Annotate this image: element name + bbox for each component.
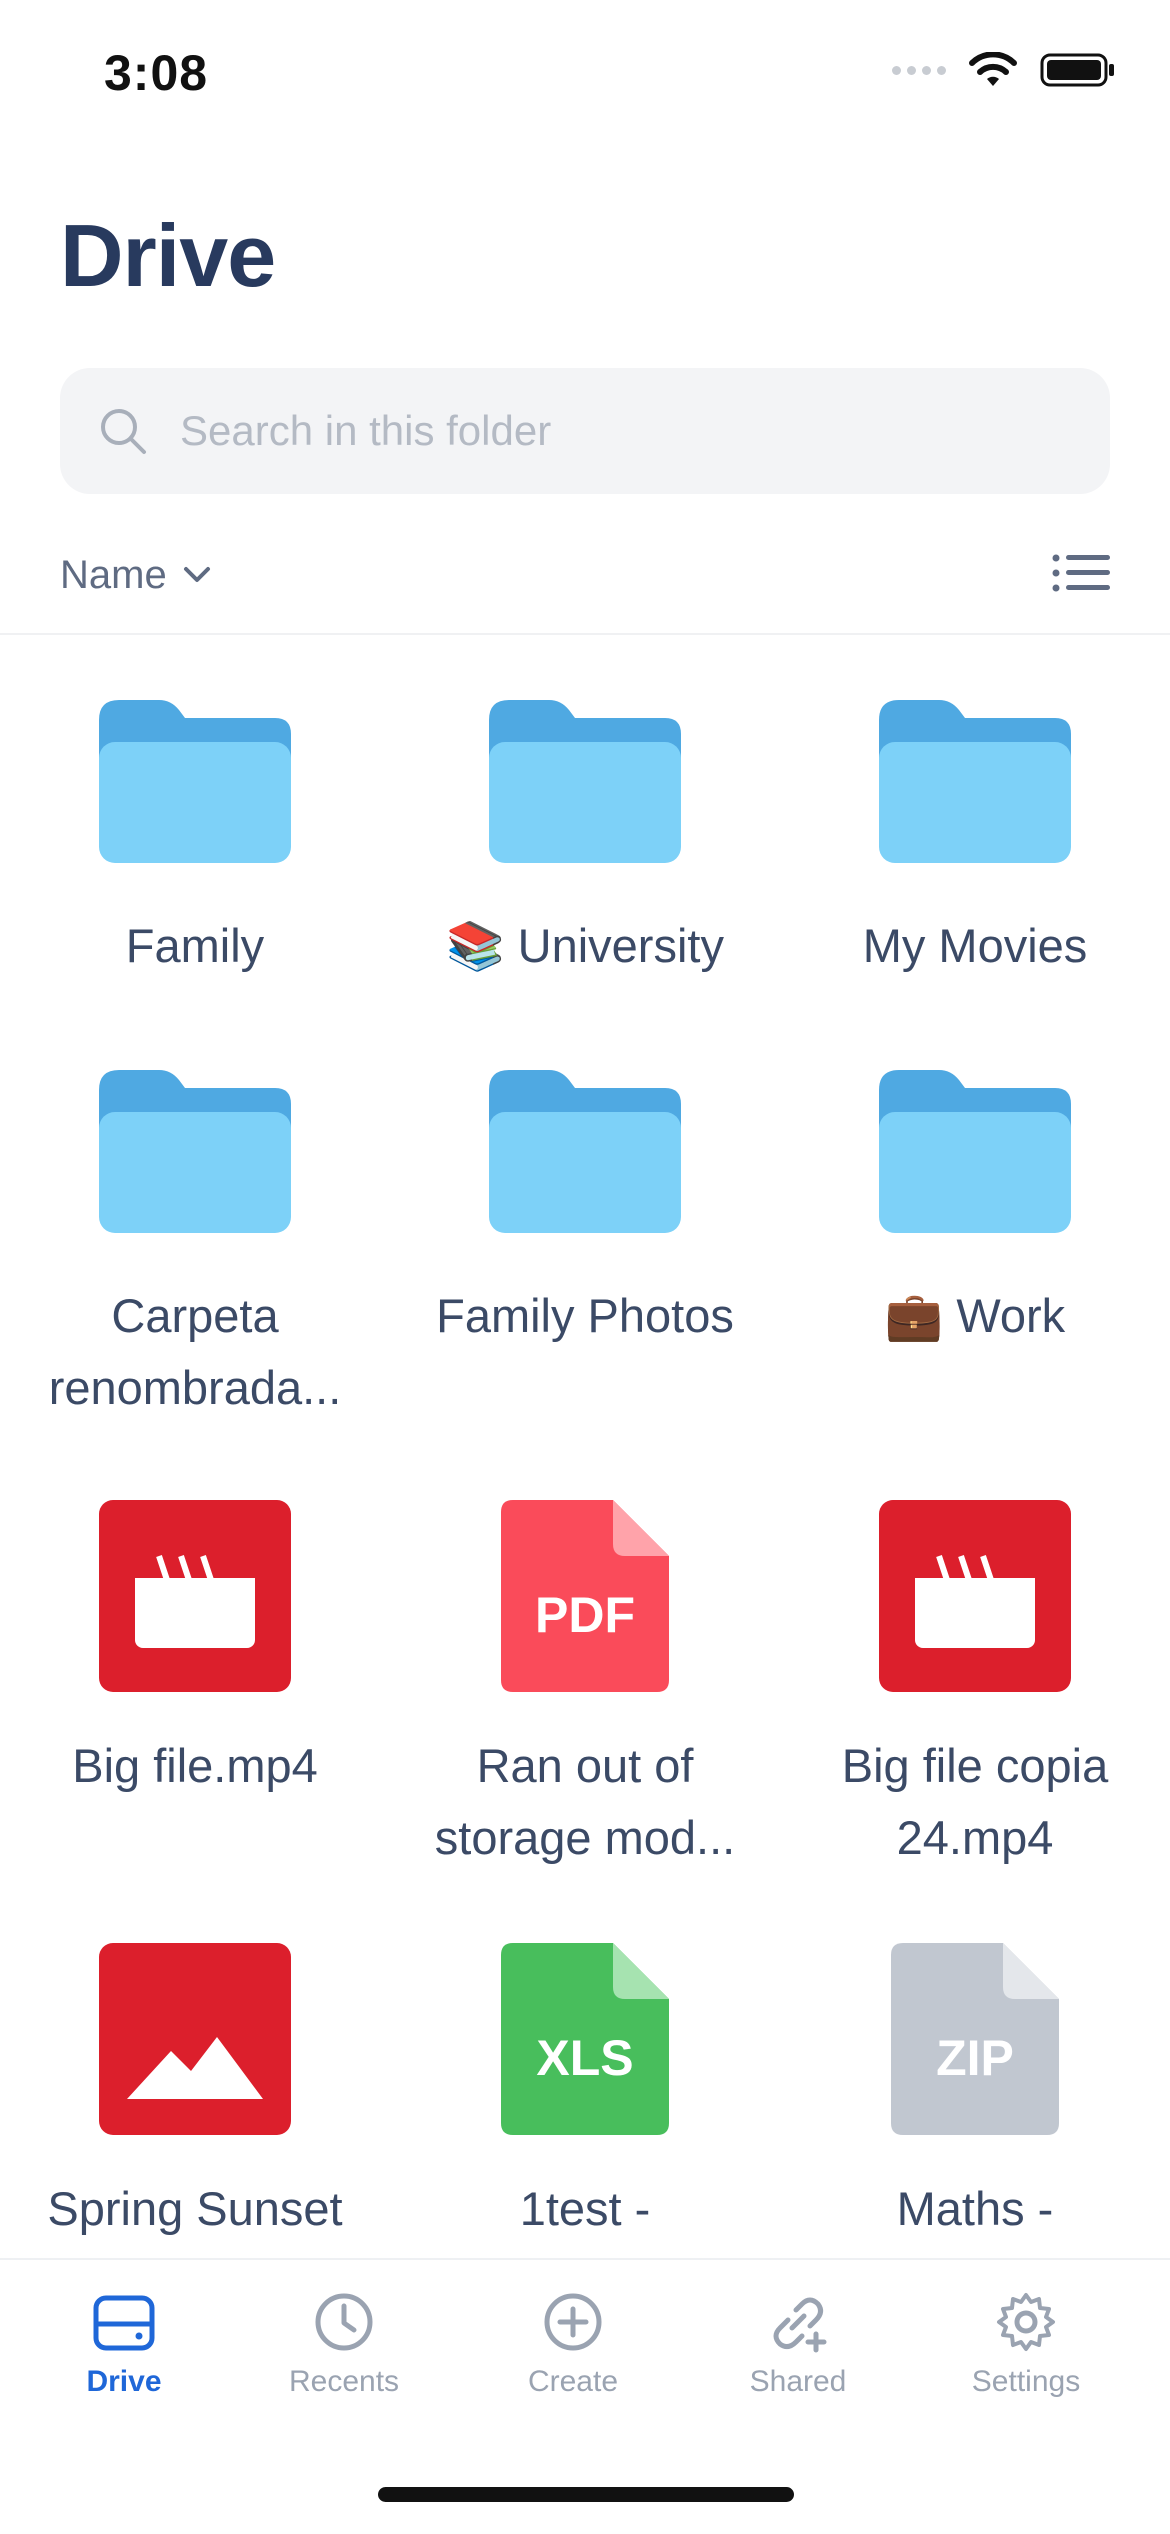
tab-label: Create <box>527 2365 619 2398</box>
folder-icon <box>879 700 1071 863</box>
video-file-icon <box>879 1500 1071 1692</box>
tab-settings[interactable]: Settings <box>926 2290 1126 2399</box>
sort-row: Name <box>60 540 1110 610</box>
list-view-button[interactable] <box>1052 553 1110 598</box>
folder-icon <box>489 700 681 863</box>
tab-label: Settings <box>971 2365 1081 2398</box>
zip-file-icon: ZIP <box>891 1943 1059 2135</box>
plus-circle-icon <box>544 2293 602 2351</box>
list-icon <box>1052 554 1110 591</box>
item-name: Family Photos <box>436 1289 734 1342</box>
video-file-icon <box>99 1500 291 1692</box>
folder-icon <box>879 1070 1071 1233</box>
wifi-icon <box>969 52 1017 86</box>
sort-by-button[interactable]: Name <box>60 553 211 598</box>
folder-icon <box>489 1070 681 1233</box>
file-type-badge: XLS <box>536 2030 633 2086</box>
gear-icon <box>997 2293 1055 2351</box>
item-name: 📚 University <box>446 919 724 972</box>
item-name: Big file.mp4 <box>72 1739 318 1792</box>
item-name: Spring Sunset <box>47 2182 343 2235</box>
clock-icon <box>315 2293 373 2351</box>
item-name: 💼 Work <box>884 1289 1066 1342</box>
search-icon <box>101 409 146 454</box>
tab-label: Recents <box>288 2365 400 2398</box>
tab-recents[interactable]: Recents <box>244 2290 444 2399</box>
home-indicator[interactable] <box>378 2487 794 2502</box>
battery-icon <box>1040 53 1114 87</box>
page-title: Drive <box>60 206 276 305</box>
tab-label: Shared <box>749 2365 847 2398</box>
drive-icon <box>93 2295 155 2351</box>
item-name: Family <box>125 919 265 972</box>
chevron-down-icon <box>183 567 210 582</box>
sort-label: Name <box>60 552 167 597</box>
status-icons <box>892 52 1116 88</box>
tab-shared[interactable]: Shared <box>698 2290 898 2399</box>
item-name: Ran out of storage mod... <box>434 1739 736 1864</box>
tab-create[interactable]: Create <box>473 2290 673 2399</box>
pdf-file-icon: PDF <box>501 1500 669 1692</box>
cellular-signal-icon <box>892 65 946 75</box>
file-type-badge: ZIP <box>936 2030 1014 2086</box>
folder-icon <box>99 700 291 863</box>
status-time: 3:08 <box>104 45 209 101</box>
link-icon <box>773 2297 827 2353</box>
item-name: Big file copia 24.mp4 <box>841 1739 1109 1864</box>
search-bar[interactable] <box>60 368 1110 494</box>
file-type-badge: PDF <box>535 1587 635 1643</box>
search-input[interactable] <box>178 406 1082 456</box>
folder-icon <box>99 1070 291 1233</box>
item-name: Maths - <box>896 2182 1054 2235</box>
image-file-icon <box>99 1943 291 2135</box>
xls-file-icon: XLS <box>501 1943 669 2135</box>
item-name: Carpeta renombrada... <box>48 1289 342 1414</box>
divider <box>0 633 1170 635</box>
status-bar: 3:08 <box>0 0 1170 140</box>
item-name: 1test - <box>519 2182 651 2235</box>
item-name: My Movies <box>862 919 1088 972</box>
tab-drive[interactable]: Drive <box>24 2290 224 2399</box>
tab-label: Drive <box>86 2365 162 2398</box>
